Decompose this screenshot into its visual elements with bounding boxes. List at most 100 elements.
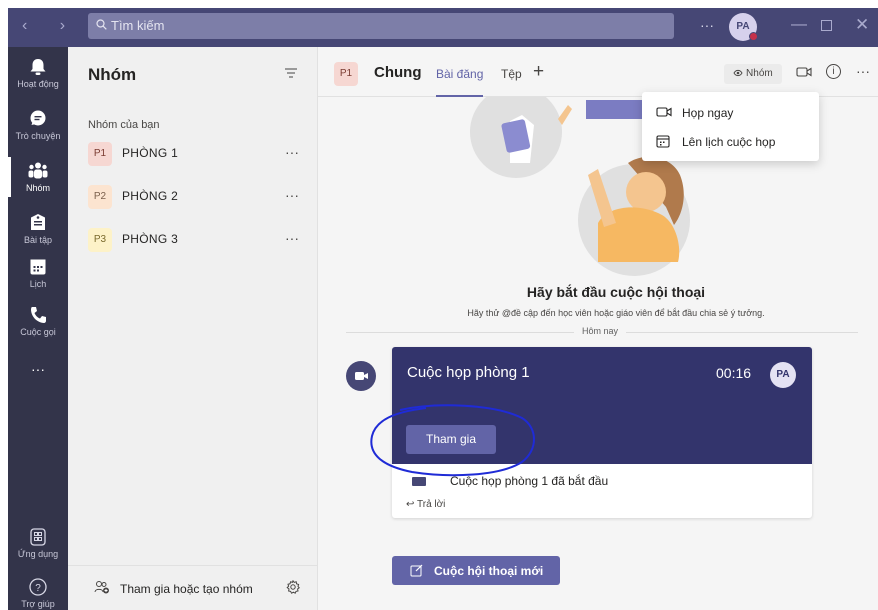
info-icon[interactable]: i: [826, 64, 841, 79]
nav-arrows[interactable]: ‹ ›: [22, 17, 79, 35]
reply-icon: ↩: [406, 499, 415, 510]
day-divider-label: Hôm nay: [574, 326, 627, 336]
rail-label: Hoạt động: [17, 79, 59, 89]
presence-icon: [749, 32, 758, 41]
assignments-icon: [31, 214, 45, 230]
menu-item-meet-now[interactable]: Họp ngay: [642, 99, 819, 127]
team-name: PHÒNG 3: [122, 232, 179, 246]
teams-panel: Nhóm Nhóm của bạn P1 PHÒNG 1 ··· P2 PHÒN…: [68, 47, 318, 610]
meeting-card-header: Cuộc họp phòng 1 00:16 PA Tham gia: [392, 347, 812, 464]
video-camera-icon[interactable]: [796, 66, 812, 78]
rail-item-activity[interactable]: Hoạt động: [8, 57, 68, 89]
meet-dropdown-menu: Họp ngay Lên lịch cuộc họp: [642, 92, 819, 161]
team-button-label: Nhóm: [746, 68, 773, 79]
reply-link[interactable]: ↩ Trả lời: [406, 499, 445, 510]
section-label: Nhóm của bạn: [88, 119, 160, 131]
team-row[interactable]: P2 PHÒNG 2 ···: [88, 183, 310, 211]
team-more-icon[interactable]: ···: [285, 187, 299, 203]
team-badge: P1: [88, 142, 112, 166]
titlebar-more-icon[interactable]: ···: [700, 17, 714, 33]
user-avatar-initials: PA: [736, 21, 750, 32]
rail-label: Lịch: [29, 279, 47, 289]
calendar-icon: [656, 135, 670, 148]
meeting-elapsed-time: 00:16: [716, 365, 752, 381]
minimize-icon[interactable]: —: [791, 16, 807, 34]
panel-title: Nhóm: [88, 65, 137, 84]
menu-item-label: Lên lịch cuộc họp: [682, 135, 776, 149]
rail-label: Trợ giúp: [21, 599, 55, 609]
team-name: PHÒNG 2: [122, 189, 179, 203]
meeting-card: Cuộc họp phòng 1 00:16 PA Tham gia Cuộc …: [392, 347, 812, 518]
desktop-edge: [0, 0, 8, 610]
eye-icon: [733, 69, 743, 77]
join-meeting-button[interactable]: Tham gia: [406, 425, 496, 454]
help-icon: ?: [29, 578, 47, 596]
channel-title: Chung: [374, 64, 422, 81]
join-create-label: Tham gia hoặc tạo nhóm: [120, 582, 253, 596]
team-row[interactable]: P3 PHÒNG 3 ···: [88, 226, 310, 254]
teams-icon: [28, 162, 48, 179]
rail-item-help[interactable]: ? Trợ giúp: [8, 577, 68, 609]
apps-icon: [30, 528, 46, 546]
team-row[interactable]: P1 PHÒNG 1 ···: [88, 140, 310, 168]
empty-state-title: Hãy bắt đầu cuộc hội thoại: [526, 284, 706, 300]
rail-label: Bài tập: [23, 235, 53, 245]
reply-label: Trả lời: [417, 499, 446, 510]
meeting-post-icon: [346, 361, 376, 391]
title-bar: ‹ › Tìm kiếm ··· PA — ✕: [8, 8, 878, 47]
search-placeholder: Tìm kiếm: [111, 18, 165, 33]
tab-files[interactable]: Tệp: [501, 67, 522, 81]
close-icon[interactable]: ✕: [855, 15, 869, 35]
rail-item-chat[interactable]: Trò chuyện: [8, 109, 68, 141]
maximize-icon[interactable]: [821, 20, 832, 31]
team-name: PHÒNG 1: [122, 146, 179, 160]
channel-header: P1 Chung Bài đăng Tệp + Nhóm i ···: [318, 47, 878, 97]
join-team-icon: [94, 581, 109, 594]
calendar-icon: [30, 259, 46, 275]
rail-label: Ứng dụng: [17, 549, 59, 559]
svg-text:?: ?: [35, 583, 41, 594]
join-create-row[interactable]: Tham gia hoặc tạo nhóm: [68, 565, 317, 610]
video-camera-icon: [412, 477, 426, 487]
rail-item-calendar[interactable]: Lịch: [8, 257, 68, 289]
rail-item-assignments[interactable]: Bài tập: [8, 213, 68, 245]
phone-icon: [31, 307, 46, 323]
new-conversation-label: Cuộc hội thoại mới: [434, 564, 544, 578]
meeting-title: Cuộc họp phòng 1: [407, 364, 530, 381]
video-camera-icon: [656, 107, 672, 117]
meeting-started-text: Cuộc họp phòng 1 đã bắt đầu: [450, 474, 609, 488]
meeting-started-row: Cuộc họp phòng 1 đã bắt đầu: [412, 474, 608, 488]
new-conversation-button[interactable]: Cuộc hội thoại mới: [392, 556, 560, 585]
tab-posts[interactable]: Bài đăng: [436, 67, 484, 97]
team-more-icon[interactable]: ···: [285, 144, 299, 160]
rail-more-label: ···: [31, 361, 45, 377]
teams-window: ‹ › Tìm kiếm ··· PA — ✕ Hoạt động Trò ch…: [0, 0, 878, 610]
bell-icon: [30, 59, 46, 75]
rail-label: Nhóm: [25, 183, 50, 193]
app-rail: Hoạt động Trò chuyện Nhóm Bài tập Lịch C…: [8, 47, 68, 610]
team-badge: P3: [88, 228, 112, 252]
rail-item-teams[interactable]: Nhóm: [8, 157, 68, 197]
menu-item-label: Họp ngay: [682, 106, 734, 120]
rail-more-icon[interactable]: ···: [8, 361, 68, 377]
team-badge: P2: [88, 185, 112, 209]
rail-item-apps[interactable]: Ứng dụng: [8, 527, 68, 559]
rail-label: Cuộc gọi: [20, 327, 56, 337]
add-tab-icon[interactable]: +: [533, 61, 544, 83]
user-avatar[interactable]: PA: [729, 13, 758, 41]
search-box[interactable]: Tìm kiếm: [88, 13, 674, 39]
rail-item-calls[interactable]: Cuộc gọi: [8, 305, 68, 337]
menu-item-schedule-meeting[interactable]: Lên lịch cuộc họp: [642, 128, 819, 156]
team-button[interactable]: Nhóm: [724, 64, 782, 84]
participant-avatar[interactable]: PA: [770, 362, 796, 388]
video-camera-icon: [355, 372, 368, 380]
filter-icon[interactable]: [284, 67, 298, 79]
search-icon: [96, 18, 107, 33]
empty-state-subtitle: Hãy thử @đề cập đến học viên hoặc giáo v…: [467, 308, 765, 318]
team-more-icon[interactable]: ···: [285, 230, 299, 246]
channel-more-icon[interactable]: ···: [856, 63, 870, 79]
channel-team-badge: P1: [334, 62, 358, 86]
compose-icon: [410, 564, 423, 577]
gear-icon[interactable]: [286, 580, 300, 594]
chat-icon: [30, 110, 46, 126]
